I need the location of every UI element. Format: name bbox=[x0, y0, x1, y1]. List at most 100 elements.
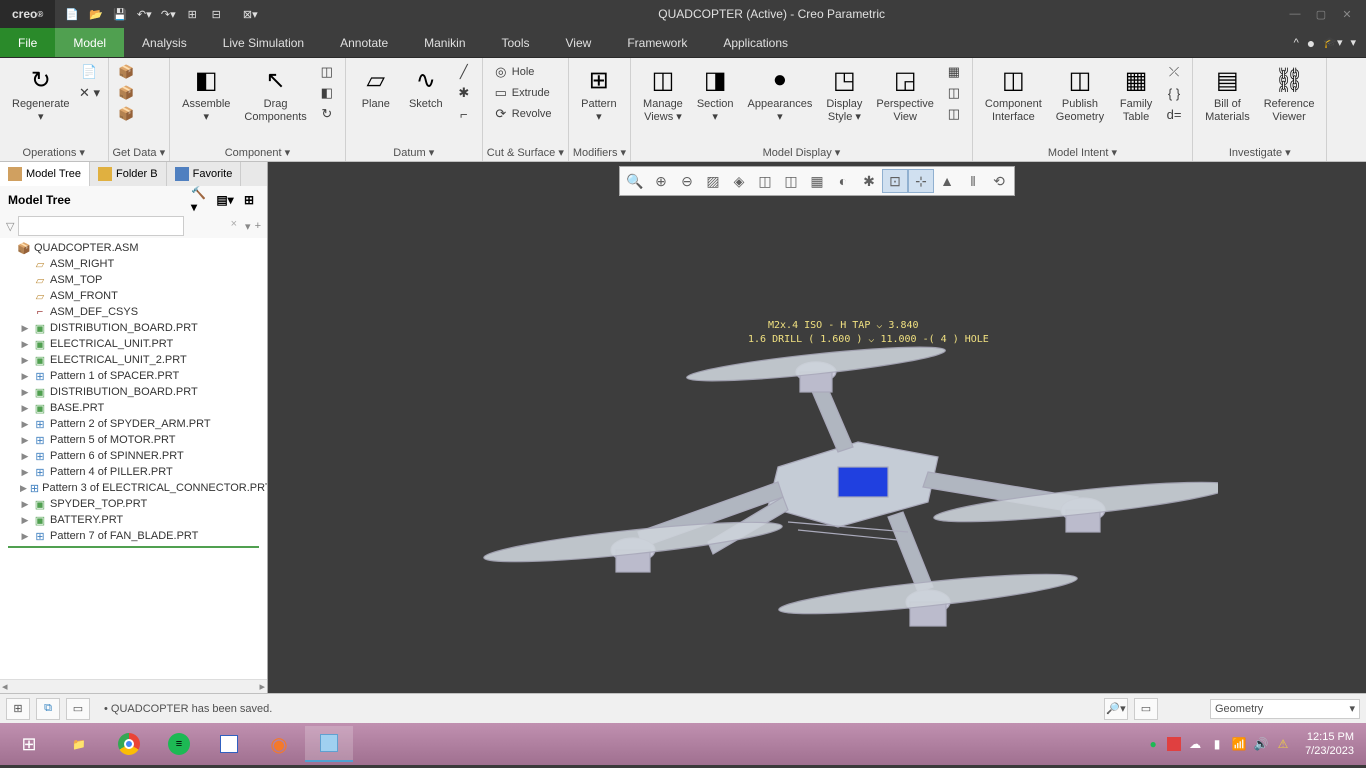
perspective-button[interactable]: ◲Perspective View bbox=[870, 62, 939, 126]
ribbon-group-label[interactable]: Operations ▾ bbox=[4, 144, 104, 161]
sb-browser-icon[interactable]: ⧉ bbox=[36, 698, 60, 720]
panel-tab-model-tree[interactable]: Model Tree bbox=[0, 162, 90, 186]
drag-button[interactable]: ↖Drag Components bbox=[238, 62, 312, 126]
ribbon-small-button[interactable]: 📦 bbox=[115, 83, 139, 103]
regenerate-button[interactable]: ↻Regenerate ▾ bbox=[6, 62, 76, 126]
hole-button[interactable]: ◎Hole bbox=[489, 62, 556, 82]
ribbon-group-label[interactable]: Component ▾ bbox=[174, 144, 341, 161]
ribbon-group-label[interactable]: Get Data ▾ bbox=[113, 144, 166, 161]
tree-insert-marker[interactable] bbox=[8, 546, 259, 548]
tree-item[interactable]: ▶▣DISTRIBUTION_BOARD.PRT bbox=[0, 320, 267, 336]
expand-icon[interactable]: ▶ bbox=[20, 371, 30, 382]
tab-live-simulation[interactable]: Live Simulation bbox=[205, 28, 322, 57]
tree-options-icon[interactable]: ⊞ bbox=[239, 190, 259, 210]
tree-item[interactable]: 📦QUADCOPTER.ASM bbox=[0, 240, 267, 256]
maximize-icon[interactable]: ▢ bbox=[1312, 5, 1330, 23]
ribbon-group-label[interactable]: Model Intent ▾ bbox=[977, 144, 1188, 161]
user-icon[interactable]: ● bbox=[1307, 35, 1315, 51]
manage-button[interactable]: ◫Manage Views ▾ bbox=[637, 62, 689, 126]
expand-icon[interactable]: ▶ bbox=[20, 467, 30, 478]
save-icon[interactable]: 💾 bbox=[109, 3, 131, 25]
start-button[interactable]: ⊞ bbox=[5, 726, 53, 762]
blender-icon[interactable]: ◉ bbox=[255, 726, 303, 762]
ribbon-group-label[interactable]: Datum ▾ bbox=[350, 144, 478, 161]
tree-filter-input[interactable] bbox=[18, 216, 184, 236]
extrude-button[interactable]: ▭Extrude bbox=[489, 83, 556, 103]
sb-filter-icon[interactable]: ▭ bbox=[1134, 698, 1158, 720]
datum-display-icon[interactable]: ◐ bbox=[830, 169, 856, 193]
ribbon-small-button[interactable]: ◧ bbox=[315, 83, 339, 103]
ribbon-small-button[interactable]: ◫ bbox=[942, 104, 966, 124]
zoom-in-icon[interactable]: ⊕ bbox=[648, 169, 674, 193]
expand-icon[interactable]: ▶ bbox=[20, 483, 27, 494]
spin-center-icon[interactable]: ◈ bbox=[726, 169, 752, 193]
filter-icon[interactable]: ▽ bbox=[6, 220, 14, 233]
regen-icon[interactable]: ⊞ bbox=[181, 3, 203, 25]
tree-item[interactable]: ▱ASM_FRONT bbox=[0, 288, 267, 304]
close-icon[interactable]: ✕ bbox=[1338, 5, 1356, 23]
tray-volume-icon[interactable]: 🔊 bbox=[1253, 736, 1269, 752]
tab-manikin[interactable]: Manikin bbox=[406, 28, 483, 57]
bill-of-button[interactable]: ▤Bill of Materials bbox=[1199, 62, 1256, 126]
revolve-button[interactable]: ⟳Revolve bbox=[489, 104, 556, 124]
tree-item[interactable]: ▶▣ELECTRICAL_UNIT.PRT bbox=[0, 336, 267, 352]
ribbon-small-button[interactable]: ✕ ▾ bbox=[78, 83, 102, 103]
filter-dropdown-icon[interactable]: ▾ bbox=[245, 220, 251, 233]
collapse-ribbon-icon[interactable]: ^ bbox=[1294, 37, 1299, 49]
tree-scrollbar[interactable]: ◂ ▸ bbox=[0, 679, 267, 693]
family-button[interactable]: ▦Family Table bbox=[1112, 62, 1160, 126]
tree-item[interactable]: ▱ASM_RIGHT bbox=[0, 256, 267, 272]
expand-icon[interactable]: ▶ bbox=[20, 323, 30, 334]
repaint-icon[interactable]: ▨ bbox=[700, 169, 726, 193]
ribbon-small-button[interactable]: ⌐ bbox=[452, 104, 476, 124]
redo-icon[interactable]: ↷▾ bbox=[157, 3, 179, 25]
tab-framework[interactable]: Framework bbox=[609, 28, 705, 57]
undo-icon[interactable]: ↶▾ bbox=[133, 3, 155, 25]
zoom-out-icon[interactable]: ⊖ bbox=[674, 169, 700, 193]
expand-icon[interactable]: ▶ bbox=[20, 339, 30, 350]
settings-dropdown-icon[interactable]: ▾ bbox=[1350, 36, 1356, 49]
close-window-icon[interactable]: ⊠▾ bbox=[239, 3, 261, 25]
tree-item[interactable]: ▶▣BASE.PRT bbox=[0, 400, 267, 416]
plane-display-icon[interactable]: ▲ bbox=[934, 169, 960, 193]
ribbon-small-button[interactable]: { } bbox=[1162, 83, 1186, 103]
tree-settings-icon[interactable]: 🔨▾ bbox=[191, 190, 211, 210]
expand-icon[interactable]: ▶ bbox=[20, 403, 30, 414]
tree-item[interactable]: ▶⊞Pattern 1 of SPACER.PRT bbox=[0, 368, 267, 384]
tree-item[interactable]: ▱ASM_TOP bbox=[0, 272, 267, 288]
ribbon-small-button[interactable]: ◫ bbox=[942, 83, 966, 103]
tree-item[interactable]: ▶▣DISTRIBUTION_BOARD.PRT bbox=[0, 384, 267, 400]
tray-spotify-icon[interactable]: ● bbox=[1145, 736, 1161, 752]
pause-icon[interactable]: ‖ bbox=[960, 169, 986, 193]
annotation-display-icon[interactable]: ⊡ bbox=[882, 169, 908, 193]
expand-icon[interactable]: ▶ bbox=[20, 531, 30, 542]
tab-view[interactable]: View bbox=[548, 28, 610, 57]
pattern-button[interactable]: ⊞Pattern ▾ bbox=[575, 62, 623, 126]
tree-item[interactable]: ▶⊞Pattern 6 of SPINNER.PRT bbox=[0, 448, 267, 464]
ribbon-small-button[interactable]: 📦 bbox=[115, 62, 139, 82]
tree-item[interactable]: ▶▣SPYDER_TOP.PRT bbox=[0, 496, 267, 512]
panel-tab-favorite[interactable]: Favorite bbox=[167, 162, 242, 186]
help-icon[interactable]: 🎓▾ bbox=[1323, 36, 1342, 49]
ribbon-small-button[interactable]: 📦 bbox=[115, 104, 139, 124]
tab-annotate[interactable]: Annotate bbox=[322, 28, 406, 57]
add-filter-icon[interactable]: + bbox=[255, 220, 261, 232]
tree-item[interactable]: ▶⊞Pattern 5 of MOTOR.PRT bbox=[0, 432, 267, 448]
tray-warn-icon[interactable]: ⚠ bbox=[1275, 736, 1291, 752]
expand-icon[interactable]: ▶ bbox=[20, 451, 30, 462]
expand-icon[interactable]: ▶ bbox=[20, 499, 30, 510]
tab-model[interactable]: Model bbox=[55, 28, 124, 57]
panel-tab-folder-b[interactable]: Folder B bbox=[90, 162, 167, 186]
find-icon[interactable]: 🔎▾ bbox=[1104, 698, 1128, 720]
display-button[interactable]: ◳Display Style ▾ bbox=[820, 62, 868, 126]
tree-item[interactable]: ▶⊞Pattern 4 of PILLER.PRT bbox=[0, 464, 267, 480]
tree-item[interactable]: ▶▣BATTERY.PRT bbox=[0, 512, 267, 528]
zoom-fit-icon[interactable]: 🔍 bbox=[622, 169, 648, 193]
ribbon-small-button[interactable]: 📄 bbox=[78, 62, 102, 82]
ribbon-small-button[interactable]: ◫ bbox=[315, 62, 339, 82]
section-button[interactable]: ◨Section ▾ bbox=[691, 62, 740, 126]
reference-button[interactable]: ⛓Reference Viewer bbox=[1258, 62, 1321, 126]
new-file-icon[interactable]: 📄 bbox=[61, 3, 83, 25]
ribbon-small-button[interactable]: ↻ bbox=[315, 104, 339, 124]
ribbon-group-label[interactable]: Investigate ▾ bbox=[1197, 144, 1322, 161]
